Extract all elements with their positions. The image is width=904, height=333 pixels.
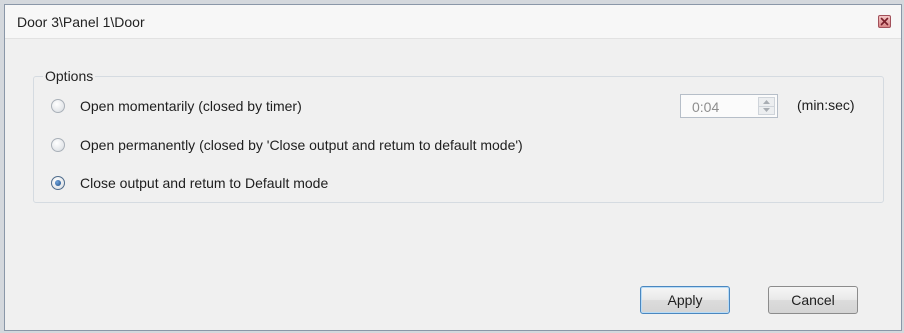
spin-buttons [758,97,775,115]
options-group-label: Options [43,68,96,84]
cancel-button[interactable]: Cancel [768,286,858,314]
close-button[interactable] [878,15,891,28]
radio-label: Close output and retum to Default mode [80,175,329,191]
radio-close-output[interactable]: Close output and retum to Default mode [51,173,328,193]
timer-value: 0:04 [692,99,720,115]
radio-button[interactable] [51,99,65,113]
chevron-up-icon [763,100,770,104]
radio-open-permanently[interactable]: Open permanently (closed by 'Close outpu… [51,135,523,155]
radio-open-momentarily[interactable]: Open momentarily (closed by timer) [51,96,302,116]
timer-unit-label: (min:sec) [797,97,855,113]
radio-button-selected[interactable] [51,176,65,190]
radio-label: Open permanently (closed by 'Close outpu… [80,137,523,153]
radio-button[interactable] [51,138,65,152]
timer-spinner[interactable]: 0:04 [680,94,778,118]
chevron-down-icon [763,108,770,112]
apply-button[interactable]: Apply [640,286,730,314]
radio-label: Open momentarily (closed by timer) [80,98,302,114]
spin-down-button[interactable] [759,106,774,114]
title-bar[interactable]: Door 3\Panel 1\Door [5,5,901,39]
window-title: Door 3\Panel 1\Door [17,14,145,30]
close-icon [880,17,889,26]
